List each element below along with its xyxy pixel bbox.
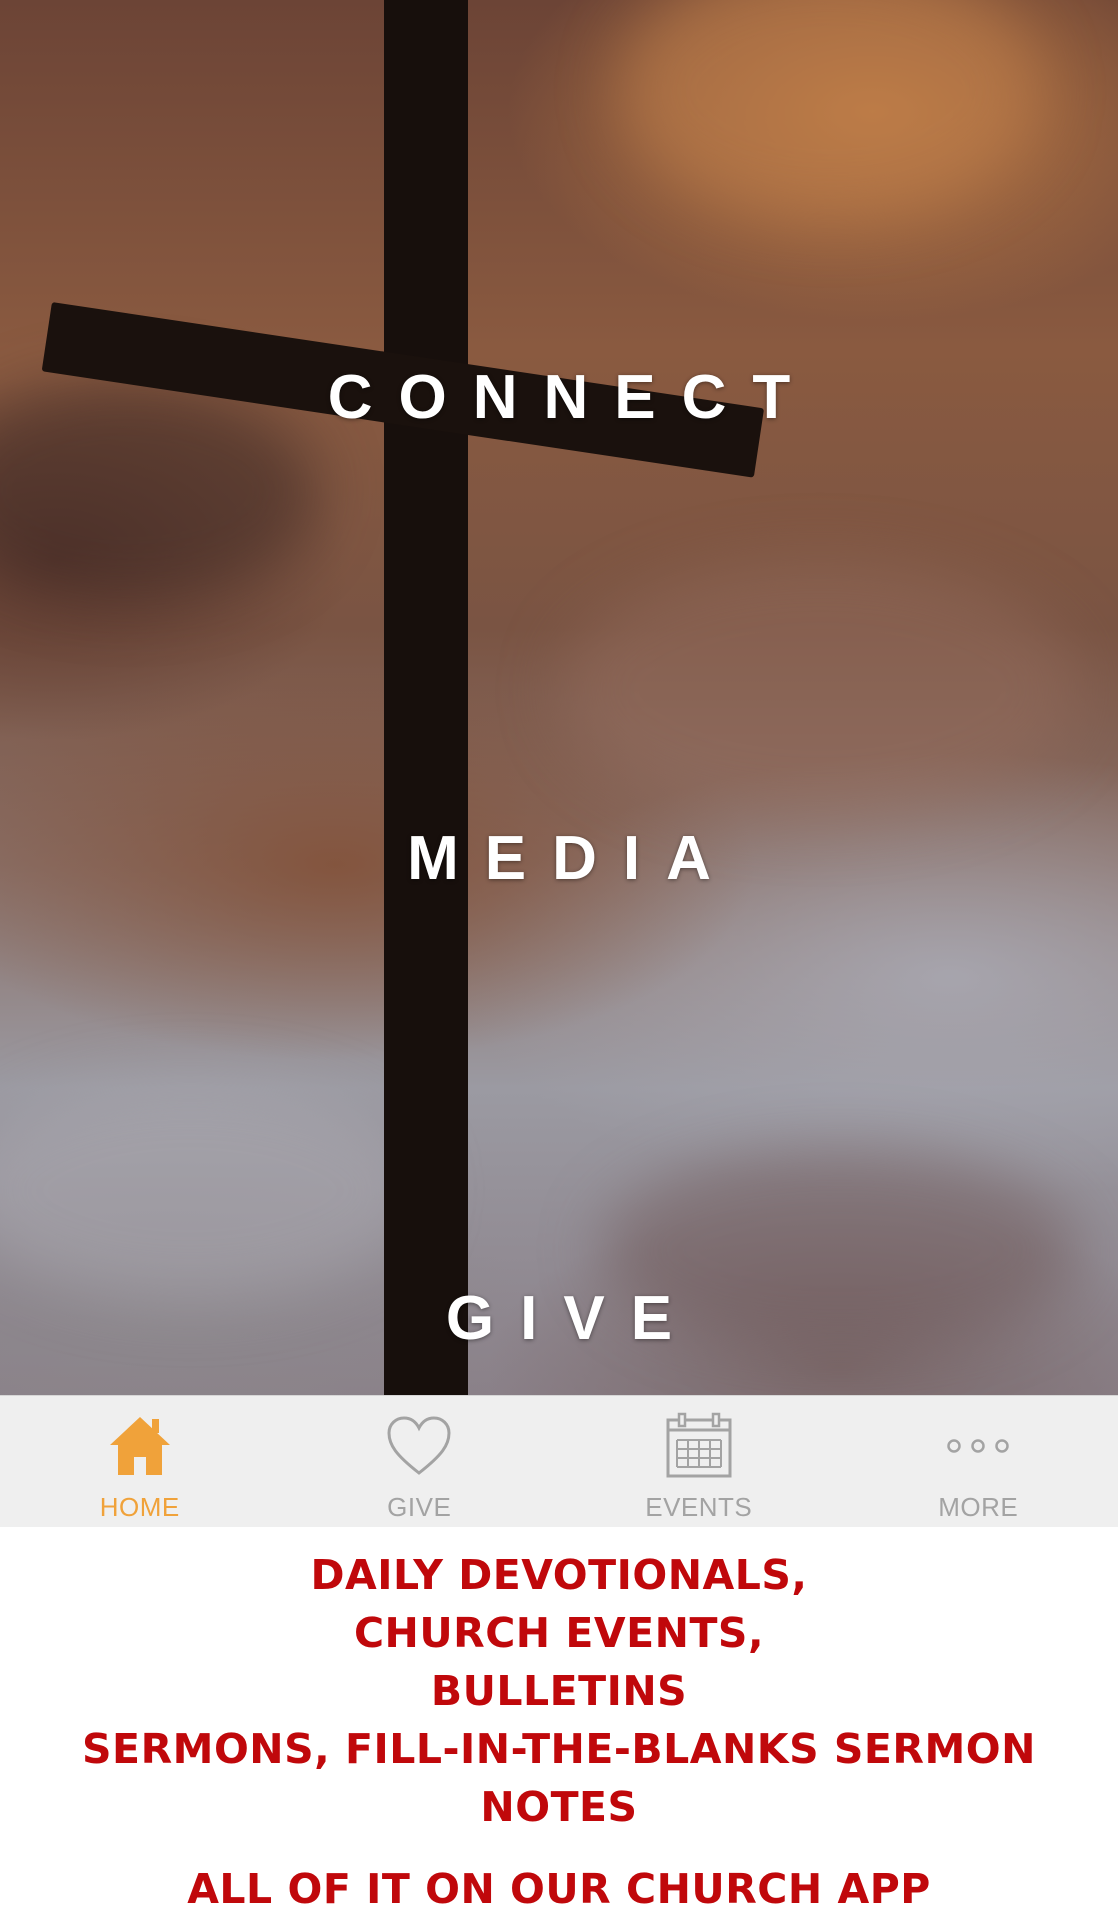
bottom-tab-bar: HOME GIVE <box>0 1395 1118 1527</box>
promo-text-block: DAILY DEVOTIONALS, CHURCH EVENTS, BULLET… <box>0 1526 1118 1918</box>
tab-events[interactable]: EVENTS <box>559 1396 839 1527</box>
promo-closing-line: ALL OF IT ON OUR CHURCH APP <box>0 1860 1118 1918</box>
promo-line: BULLETINS <box>0 1662 1118 1720</box>
home-icon <box>104 1410 176 1482</box>
cloud-decoration <box>620 0 1040 220</box>
promo-line: CHURCH EVENTS, <box>0 1604 1118 1662</box>
cloud-decoration <box>560 560 1080 820</box>
media-link[interactable]: MEDIA <box>0 823 1118 894</box>
tab-give-label: GIVE <box>387 1492 451 1523</box>
tab-more-label: MORE <box>938 1492 1018 1523</box>
promo-line: DAILY DEVOTIONALS, <box>0 1546 1118 1604</box>
promo-line: SERMONS, FILL-IN-THE-BLANKS SERMON NOTES <box>0 1720 1118 1836</box>
heart-icon <box>383 1410 455 1482</box>
tab-more[interactable]: MORE <box>839 1396 1118 1527</box>
app-screen: CONNECT MEDIA GIVE HOME GIVE <box>0 0 1118 1873</box>
connect-link[interactable]: CONNECT <box>0 362 1118 433</box>
tab-events-label: EVENTS <box>645 1492 752 1523</box>
cross-vertical-beam <box>384 0 468 1395</box>
tab-home-label: HOME <box>100 1492 180 1523</box>
calendar-icon <box>663 1410 735 1482</box>
tab-give[interactable]: GIVE <box>280 1396 560 1527</box>
more-dots-icon <box>942 1410 1014 1482</box>
hero-background: CONNECT MEDIA GIVE <box>0 0 1118 1395</box>
tab-home[interactable]: HOME <box>0 1396 280 1527</box>
cloud-decoration <box>0 1080 420 1300</box>
give-link[interactable]: GIVE <box>0 1283 1118 1354</box>
